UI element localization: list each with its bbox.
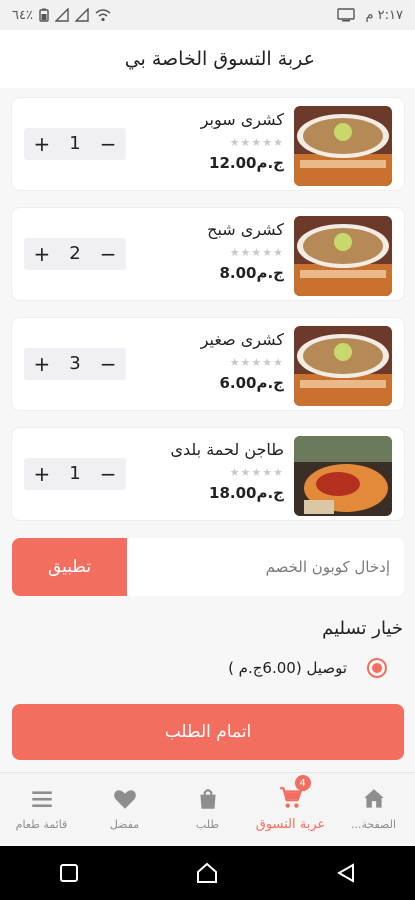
quantity-value: 1 bbox=[69, 133, 81, 154]
quantity-stepper: + 3 − bbox=[24, 348, 126, 380]
heart-icon bbox=[113, 790, 136, 809]
cart-item: كشرى سوبر ★★★★★ 12.00ج.م + 1 − bbox=[12, 98, 404, 190]
status-right: ٢:١٧ م bbox=[337, 8, 403, 23]
decrease-button[interactable]: − bbox=[100, 464, 117, 484]
decrease-button[interactable]: − bbox=[100, 134, 117, 154]
delivery-title: خيار تسليم bbox=[322, 618, 403, 639]
quantity-value: 2 bbox=[69, 243, 81, 264]
quantity-stepper: + 1 − bbox=[24, 458, 126, 490]
delivery-option[interactable]: توصيل (6.00ج.م ) bbox=[228, 658, 387, 678]
back-icon[interactable] bbox=[335, 862, 357, 884]
decrease-button[interactable]: − bbox=[100, 354, 117, 374]
nav-cart[interactable]: 4 عربة التسوق bbox=[249, 773, 332, 844]
recent-apps-icon[interactable] bbox=[58, 862, 80, 884]
checkout-button[interactable]: اتمام الطلب bbox=[12, 704, 404, 760]
cart-item: كشرى صغير ★★★★★ 6.00ج.م + 3 − bbox=[12, 318, 404, 410]
home-button-icon[interactable] bbox=[195, 861, 219, 885]
product-price: 18.00ج.م bbox=[209, 484, 284, 502]
rating-stars: ★★★★★ bbox=[229, 466, 284, 479]
increase-button[interactable]: + bbox=[34, 464, 51, 484]
nav-home[interactable]: الصفحة... bbox=[332, 773, 415, 844]
wifi-icon bbox=[95, 9, 111, 22]
quantity-value: 3 bbox=[69, 353, 81, 374]
shopping-bag-icon bbox=[199, 789, 216, 809]
menu-icon bbox=[31, 791, 52, 808]
cart-item: طاجن لحمة بلدى ★★★★★ 18.00ج.م + 1 − bbox=[12, 428, 404, 520]
product-name: طاجن لحمة بلدى bbox=[170, 440, 284, 459]
battery-percentage: ٦٤٪ bbox=[12, 7, 33, 23]
nav-orders[interactable]: طلب bbox=[166, 773, 249, 844]
increase-button[interactable]: + bbox=[34, 354, 51, 374]
home-icon bbox=[363, 789, 384, 808]
increase-button[interactable]: + bbox=[34, 244, 51, 264]
apply-coupon-button[interactable]: تطبيق bbox=[12, 538, 127, 596]
product-name: كشرى سوبر bbox=[200, 110, 284, 129]
product-name: كشرى صغير bbox=[200, 330, 284, 349]
status-left: ٦٤٪ bbox=[12, 8, 111, 23]
product-image bbox=[294, 106, 392, 186]
status-time: ٢:١٧ م bbox=[365, 7, 403, 23]
radio-dot bbox=[372, 663, 382, 673]
battery-icon bbox=[39, 8, 49, 22]
signal-icon bbox=[54, 8, 69, 22]
product-image bbox=[294, 326, 392, 406]
nav-favorites-label: مفضل bbox=[109, 818, 140, 831]
nav-orders-label: طلب bbox=[195, 818, 220, 831]
product-price: 6.00ج.م bbox=[219, 374, 284, 392]
nav-home-label: الصفحة... bbox=[351, 818, 396, 831]
product-price: 12.00ج.م bbox=[209, 154, 284, 172]
cart-badge: 4 bbox=[294, 775, 311, 791]
system-nav-bar bbox=[0, 846, 415, 900]
delivery-radio[interactable] bbox=[367, 658, 387, 678]
coupon-input[interactable] bbox=[127, 538, 404, 596]
product-image bbox=[294, 216, 392, 296]
cart-items-list: كشرى سوبر ★★★★★ 12.00ج.م + 1 − كشرى شبح … bbox=[12, 98, 404, 538]
nav-cart-label: عربة التسوق bbox=[255, 817, 326, 832]
rating-stars: ★★★★★ bbox=[229, 136, 284, 149]
nav-menu-label: قائمة طعام bbox=[15, 818, 68, 831]
decrease-button[interactable]: − bbox=[100, 244, 117, 264]
screen-cast-icon bbox=[337, 8, 356, 22]
nav-menu[interactable]: قائمة طعام bbox=[0, 773, 83, 844]
quantity-stepper: + 2 − bbox=[24, 238, 126, 270]
nav-favorites[interactable]: مفضل bbox=[83, 773, 166, 844]
cart-item: كشرى شبح ★★★★★ 8.00ج.م + 2 − bbox=[12, 208, 404, 300]
product-price: 8.00ج.م bbox=[219, 264, 284, 282]
coupon-row: تطبيق bbox=[12, 538, 404, 596]
rating-stars: ★★★★★ bbox=[229, 246, 284, 259]
signal-icon-2 bbox=[74, 8, 89, 22]
product-image bbox=[294, 436, 392, 516]
status-bar: ٦٤٪ ٢:١٧ م bbox=[0, 0, 415, 30]
delivery-option-label: توصيل (6.00ج.م ) bbox=[228, 659, 347, 677]
quantity-value: 1 bbox=[69, 463, 81, 484]
page-title: عربة التسوق الخاصة بي bbox=[124, 48, 315, 70]
quantity-stepper: + 1 − bbox=[24, 128, 126, 160]
bottom-nav: الصفحة... 4 عربة التسوق طلب مفضل قائمة ط… bbox=[0, 772, 415, 844]
rating-stars: ★★★★★ bbox=[229, 356, 284, 369]
product-name: كشرى شبح bbox=[207, 220, 284, 239]
increase-button[interactable]: + bbox=[34, 134, 51, 154]
app-header: عربة التسوق الخاصة بي bbox=[0, 30, 415, 88]
